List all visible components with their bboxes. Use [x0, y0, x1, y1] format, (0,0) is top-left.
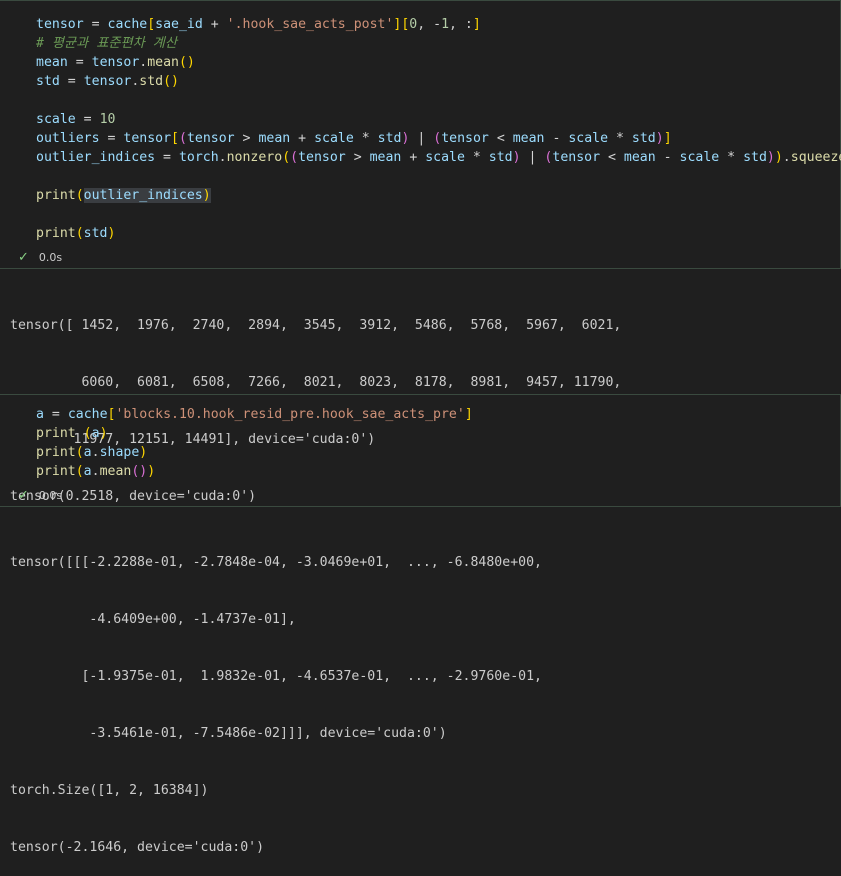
code-cell-2[interactable]: a = cache['blocks.10.hook_resid_pre.hook…	[0, 394, 841, 507]
output-line: -3.5461e-01, -7.5486e-02]]], device='cud…	[10, 726, 447, 741]
output-line: tensor(-2.1646, device='cuda:0')	[10, 840, 265, 855]
execution-time: 0.0s	[38, 489, 63, 502]
output-line: tensor([[[-2.2288e-01, -2.7848e-04, -3.0…	[10, 555, 542, 570]
output-line: torch.Size([1, 2, 16384])	[10, 783, 209, 798]
output-line: [-1.9375e-01, 1.9832e-01, -4.6537e-01, .…	[10, 669, 542, 684]
check-icon: ✓	[18, 488, 29, 503]
code-line[interactable]: a = cache['blocks.10.hook_resid_pre.hook…	[36, 405, 473, 424]
code-line[interactable]: print (a)	[36, 424, 108, 443]
cell-status: ✓ 0.0s	[18, 487, 62, 505]
cell-status: ✓ 0.0s	[18, 249, 62, 267]
code-line[interactable]: outlier_indices = torch.nonzero((tensor …	[36, 148, 841, 167]
code-cell-1[interactable]: tensor = cache[sae_id + '.hook_sae_acts_…	[0, 0, 841, 269]
code-line[interactable]: print(std)	[36, 224, 115, 243]
code-line[interactable]: outliers = tensor[(tensor > mean + scale…	[36, 129, 672, 148]
code-line[interactable]: tensor = cache[sae_id + '.hook_sae_acts_…	[36, 15, 481, 34]
output-line: tensor([ 1452, 1976, 2740, 2894, 3545, 3…	[10, 318, 622, 333]
code-line[interactable]: print(outlier_indices)	[36, 186, 211, 205]
code-line[interactable]: std = tensor.std()	[36, 72, 179, 91]
code-line[interactable]: mean = tensor.mean()	[36, 53, 195, 72]
code-line[interactable]: print(a.mean())	[36, 462, 155, 481]
execution-time: 0.0s	[38, 251, 63, 264]
code-line[interactable]: scale = 10	[36, 110, 115, 129]
code-line[interactable]: print(a.shape)	[36, 443, 147, 462]
output-line: 6060, 6081, 6508, 7266, 8021, 8023, 8178…	[10, 375, 622, 390]
cell-output-2: tensor([[[-2.2288e-01, -2.7848e-04, -3.0…	[10, 515, 542, 876]
output-line: -4.6409e+00, -1.4737e-01],	[10, 612, 296, 627]
code-comment[interactable]: # 평균과 표준편차 계산	[36, 34, 177, 53]
check-icon: ✓	[18, 250, 29, 265]
